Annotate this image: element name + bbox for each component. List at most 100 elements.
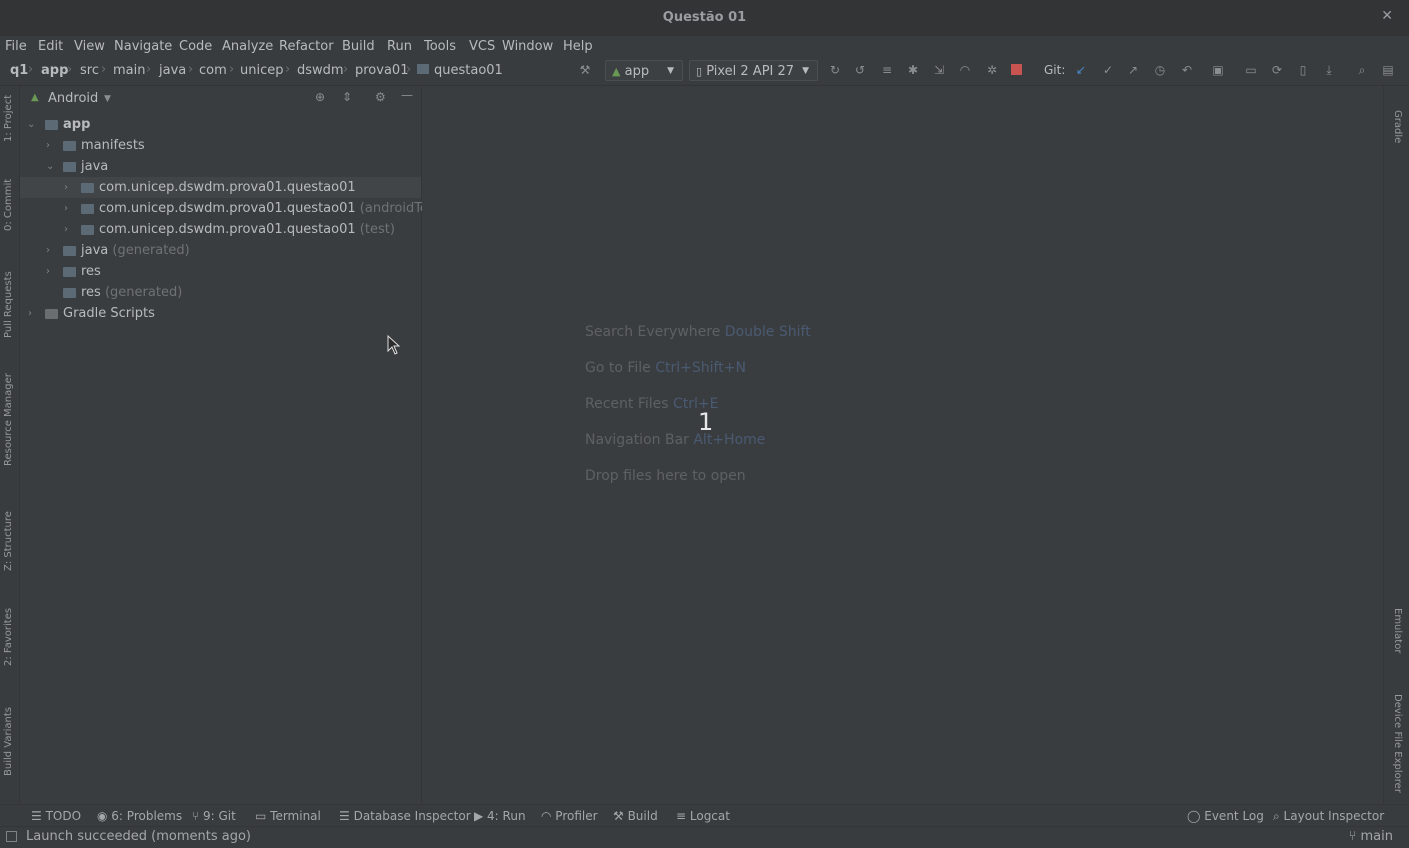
project-structure-icon[interactable]: ▣ <box>1211 63 1225 77</box>
tree-item-java-generated[interactable]: › java (generated) <box>20 240 421 261</box>
tree-item-package-test[interactable]: › com.unicep.dswdm.prova01.questao01 (te… <box>20 219 421 240</box>
chevron-right-icon[interactable]: › <box>46 135 56 156</box>
tab-problems[interactable]: ◉ 6: Problems <box>97 809 182 823</box>
tree-item-app[interactable]: ⌄ app <box>20 114 421 135</box>
lines-icon[interactable]: ≡ <box>880 63 894 77</box>
tab-emulator[interactable]: Emulator <box>1392 608 1403 653</box>
menu-help[interactable]: Help <box>563 39 593 54</box>
chevron-down-icon[interactable]: ▼ <box>104 94 111 104</box>
tab-build-variants[interactable]: Build Variants <box>3 707 14 776</box>
git-commit-icon[interactable]: ✓ <box>1101 63 1115 77</box>
chevron-down-icon[interactable]: ⌄ <box>46 156 56 177</box>
tab-terminal[interactable]: ▭ Terminal <box>255 809 321 823</box>
tab-pull-requests[interactable]: Pull Requests <box>3 271 14 338</box>
minimize-icon[interactable]: — <box>401 88 413 102</box>
apply-changes-icon[interactable]: ↻ <box>828 63 842 77</box>
rollback-icon[interactable]: ↶ <box>1180 63 1194 77</box>
tree-item-package-androidtest[interactable]: › com.unicep.dswdm.prova01.questao01 (an… <box>20 198 445 219</box>
sync-gradle-icon[interactable]: ⟳ <box>1270 63 1284 77</box>
breadcrumb-java[interactable]: java <box>159 63 186 78</box>
breadcrumb-dswdm[interactable]: dswdm <box>297 63 344 78</box>
debug-icon[interactable]: ✱ <box>906 63 920 77</box>
sdk-manager-icon[interactable]: ⤓ <box>1322 63 1336 77</box>
tab-database-inspector[interactable]: ☰ Database Inspector <box>339 809 471 823</box>
tab-git[interactable]: ⑂ 9: Git <box>192 809 236 823</box>
apply-code-changes-icon[interactable]: ↺ <box>853 63 867 77</box>
gear-icon[interactable]: ⚙ <box>375 90 386 104</box>
tab-commit[interactable]: 0: Commit <box>3 179 14 231</box>
attach-icon[interactable]: ✲ <box>985 63 999 77</box>
avd-manager-icon[interactable]: ▯ <box>1296 63 1310 77</box>
menu-edit[interactable]: Edit <box>38 39 63 54</box>
breadcrumb-main[interactable]: main <box>113 63 145 78</box>
attach-debugger-icon[interactable]: ⇲ <box>932 63 946 77</box>
hammer-icon[interactable]: ⚒ <box>578 63 592 77</box>
view-mode-select[interactable]: Android <box>48 91 98 106</box>
menu-view[interactable]: View <box>74 39 105 54</box>
package-icon <box>81 225 94 235</box>
tree-item-res-generated[interactable]: res (generated) <box>20 282 421 303</box>
locate-icon[interactable]: ⊕ <box>315 90 325 104</box>
layout-icon[interactable]: ▭ <box>1244 63 1258 77</box>
tab-build[interactable]: ⚒ Build <box>613 809 658 823</box>
menu-navigate[interactable]: Navigate <box>114 39 172 54</box>
tab-todo[interactable]: ☰ TODO <box>31 809 81 823</box>
tab-event-log[interactable]: ◯ Event Log <box>1187 809 1264 823</box>
git-update-icon[interactable]: ↙ <box>1074 63 1088 77</box>
menu-refactor[interactable]: Refactor <box>279 39 334 54</box>
menu-run[interactable]: Run <box>387 39 412 54</box>
search-icon[interactable]: ⌕ <box>1355 63 1369 77</box>
tree-item-gradle-scripts[interactable]: › Gradle Scripts <box>20 303 421 324</box>
tab-project[interactable]: 1: Project <box>3 95 14 142</box>
avatar[interactable]: ▤ <box>1381 63 1395 77</box>
tab-structure[interactable]: Z: Structure <box>3 511 14 571</box>
device-select[interactable]: ▯ Pixel 2 API 27 ▼ <box>689 60 818 81</box>
tab-resource-manager[interactable]: Resource Manager <box>3 373 14 466</box>
tree-item-res[interactable]: › res <box>20 261 421 282</box>
tree-item-manifests[interactable]: › manifests <box>20 135 421 156</box>
chevron-right-icon[interactable]: › <box>46 240 56 261</box>
tab-gradle[interactable]: Gradle <box>1392 110 1403 143</box>
profile-icon[interactable]: ◠ <box>958 63 972 77</box>
git-push-icon[interactable]: ↗ <box>1126 63 1140 77</box>
chevron-right-icon[interactable]: › <box>64 198 74 219</box>
menu-vcs[interactable]: VCS <box>469 39 495 54</box>
menu-code[interactable]: Code <box>179 39 212 54</box>
menu-window[interactable]: Window <box>502 39 553 54</box>
tab-profiler[interactable]: ◠ Profiler <box>541 809 598 823</box>
tree-item-java[interactable]: ⌄ java <box>20 156 421 177</box>
tree-item-package-main[interactable]: › com.unicep.dswdm.prova01.questao01 <box>20 177 421 198</box>
hint-label: Drop files here to open <box>585 468 746 484</box>
breadcrumb-com[interactable]: com <box>199 63 227 78</box>
chevron-right-icon[interactable]: › <box>28 303 38 324</box>
close-icon[interactable]: ✕ <box>1381 8 1393 24</box>
toggle-tool-windows-icon[interactable] <box>6 831 17 842</box>
history-icon[interactable]: ◷ <box>1153 63 1167 77</box>
breadcrumb-unicep[interactable]: unicep <box>240 63 284 78</box>
chevron-down-icon[interactable]: ⌄ <box>27 114 37 135</box>
breadcrumb-questao01[interactable]: questao01 <box>434 63 503 78</box>
tab-layout-inspector[interactable]: ⌕ Layout Inspector <box>1273 809 1384 824</box>
git-branch-widget[interactable]: ⑂ main <box>1349 829 1393 844</box>
tab-run[interactable]: ▶ 4: Run <box>474 809 526 823</box>
tab-favorites[interactable]: 2: Favorites <box>3 608 14 666</box>
breadcrumb-project[interactable]: q1 <box>10 63 28 78</box>
menu-analyze[interactable]: Analyze <box>222 39 273 54</box>
stop-icon[interactable] <box>1011 64 1022 75</box>
menu-tools[interactable]: Tools <box>424 39 456 54</box>
chevron-right-icon[interactable]: › <box>46 261 56 282</box>
menu-bar: File Edit View Navigate Code Analyze Ref… <box>0 36 1409 57</box>
tab-logcat[interactable]: ≡ Logcat <box>676 809 730 823</box>
chevron-right-icon[interactable]: › <box>64 219 74 240</box>
breadcrumb-src[interactable]: src <box>80 63 99 78</box>
status-message[interactable]: Launch succeeded (moments ago) <box>26 829 251 844</box>
collapse-all-icon[interactable]: ⇕ <box>342 90 352 104</box>
run-config-select[interactable]: ▲ app ▼ <box>605 60 683 81</box>
tab-device-file-explorer[interactable]: Device File Explorer <box>1392 694 1403 793</box>
menu-build[interactable]: Build <box>342 39 375 54</box>
breadcrumb-prova01[interactable]: prova01 <box>355 63 408 78</box>
breadcrumb-module[interactable]: app <box>41 63 68 78</box>
chevron-right-icon[interactable]: › <box>64 177 74 198</box>
menu-file[interactable]: File <box>5 39 27 54</box>
chevron-right-icon: › <box>28 62 34 77</box>
